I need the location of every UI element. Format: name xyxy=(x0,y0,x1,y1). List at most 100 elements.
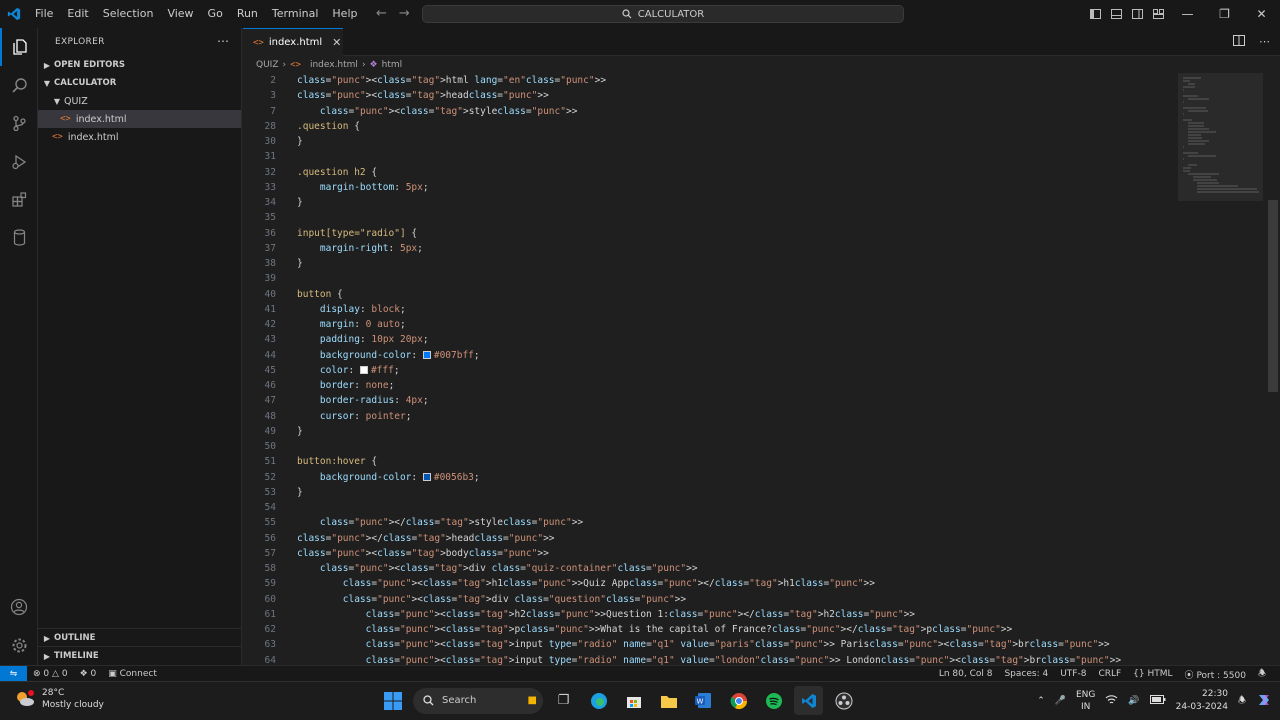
code-line[interactable]: 40 button { xyxy=(243,287,343,302)
database-icon[interactable] xyxy=(0,218,38,256)
windows-start-icon[interactable] xyxy=(378,686,407,715)
battery-icon[interactable] xyxy=(1149,695,1166,707)
obs-recorder-icon[interactable] xyxy=(829,686,858,715)
source-control-icon[interactable] xyxy=(0,104,38,142)
vscode-taskbar-icon[interactable] xyxy=(794,686,823,715)
notifications-bell-icon[interactable]: 🕭 xyxy=(1252,666,1272,682)
chrome-icon[interactable] xyxy=(724,686,753,715)
code-line[interactable]: 63 class="punc"><class="tag">input type=… xyxy=(243,637,1110,652)
language-mode[interactable]: {} HTML xyxy=(1127,669,1178,679)
notification-bell-icon[interactable]: 🕭 xyxy=(1238,693,1246,709)
code-editor[interactable]: 2 class="punc"><class="tag">html lang="en… xyxy=(243,73,1173,665)
code-line[interactable]: 39 xyxy=(243,271,276,286)
wifi-icon[interactable] xyxy=(1105,694,1118,708)
volume-icon[interactable]: 🔊 xyxy=(1128,696,1139,706)
code-line[interactable]: 32 .question h2 { xyxy=(243,165,378,180)
back-arrow-icon[interactable]: ← xyxy=(376,6,387,21)
code-line[interactable]: 2 class="punc"><class="tag">html lang="en… xyxy=(243,73,606,88)
code-line[interactable]: 58 class="punc"><class="tag">div class="… xyxy=(243,561,698,576)
code-line[interactable]: 41 display: block; xyxy=(243,302,406,317)
close-tab-icon[interactable]: ✕ xyxy=(332,36,341,49)
code-line[interactable]: 53} xyxy=(243,485,303,500)
code-line[interactable]: 44 background-color: #007bff; xyxy=(243,348,480,363)
code-line[interactable]: 28 .question { xyxy=(243,119,360,134)
code-line[interactable]: 46 border: none; xyxy=(243,378,395,393)
more-actions-icon[interactable]: ⋯ xyxy=(217,34,229,48)
word-icon[interactable]: W xyxy=(689,686,718,715)
settings-gear-icon[interactable] xyxy=(0,626,38,664)
code-line[interactable]: 59 class="punc"><class="tag">h1class="pu… xyxy=(243,576,875,591)
close-window-button[interactable]: ✕ xyxy=(1243,0,1280,28)
system-clock[interactable]: 22:30 24-03-2024 xyxy=(1176,688,1228,714)
timeline-section[interactable]: ▶ TIMELINE xyxy=(38,647,242,665)
code-line[interactable]: 49} xyxy=(243,424,303,439)
microsoft-store-icon[interactable] xyxy=(619,686,648,715)
copilot-icon[interactable] xyxy=(1256,692,1272,711)
code-line[interactable]: 51 button:hover { xyxy=(243,454,378,469)
code-line[interactable]: 7 class="punc"><class="tag">styleclass="… xyxy=(243,104,577,119)
weather-widget[interactable]: 28°C Mostly cloudy xyxy=(14,687,104,711)
toggle-panel-icon[interactable] xyxy=(1106,0,1127,28)
code-line[interactable]: 31 xyxy=(243,149,276,164)
outline-section[interactable]: ▶ OUTLINE xyxy=(38,629,242,647)
minimize-button[interactable]: — xyxy=(1169,0,1206,28)
live-server-port[interactable]: ⦿ Port : 5500 xyxy=(1179,668,1252,681)
end-of-line[interactable]: CRLF xyxy=(1092,669,1127,679)
open-editors-section[interactable]: ▶ OPEN EDITORS xyxy=(38,56,241,74)
code-line[interactable]: 52 background-color: #0056b3; xyxy=(243,470,480,485)
edge-browser-icon[interactable] xyxy=(584,686,613,715)
menu-go[interactable]: Go xyxy=(201,0,230,28)
cursor-position[interactable]: Ln 80, Col 8 xyxy=(933,669,999,679)
code-line[interactable]: 37 margin-right: 5px; xyxy=(243,241,423,256)
code-line[interactable]: 42 margin: 0 auto; xyxy=(243,317,406,332)
menu-selection[interactable]: Selection xyxy=(96,0,161,28)
menu-edit[interactable]: Edit xyxy=(60,0,95,28)
code-line[interactable]: 64 class="punc"><class="tag">input type=… xyxy=(243,653,1122,666)
command-center-search[interactable]: CALCULATOR xyxy=(422,5,904,23)
folder-calculator[interactable]: ▼ CALCULATOR xyxy=(38,74,241,92)
run-debug-icon[interactable] xyxy=(0,142,38,180)
minimap[interactable] xyxy=(1173,73,1268,665)
menu-terminal[interactable]: Terminal xyxy=(265,0,326,28)
chevron-up-icon[interactable]: ⌃ xyxy=(1037,696,1045,706)
menu-run[interactable]: Run xyxy=(230,0,265,28)
indentation[interactable]: Spaces: 4 xyxy=(998,669,1054,679)
menu-help[interactable]: Help xyxy=(325,0,364,28)
microphone-icon[interactable]: 🎤 xyxy=(1055,696,1066,706)
code-line[interactable]: 61 class="punc"><class="tag">h2class="pu… xyxy=(243,607,915,622)
remote-indicator-icon[interactable]: ⇋ xyxy=(0,665,27,682)
code-line[interactable]: 60 class="punc"><class="tag">div class="… xyxy=(243,592,687,607)
tab-index-html[interactable]: <> index.html ✕ xyxy=(243,28,343,56)
code-line[interactable]: 43 padding: 10px 20px; xyxy=(243,332,429,347)
editor-scrollbar[interactable] xyxy=(1268,200,1278,392)
forward-arrow-icon[interactable]: → xyxy=(399,6,410,21)
code-line[interactable]: 57 class="punc"><class="tag">bodyclass="p… xyxy=(243,546,549,561)
code-line[interactable]: 55 class="punc"></class="tag">styleclass… xyxy=(243,515,584,530)
file-root-index-html[interactable]: <> index.html xyxy=(38,128,241,146)
code-line[interactable]: 3 class="punc"><class="tag">headclass="pu… xyxy=(243,88,549,103)
code-line[interactable]: 30} xyxy=(243,134,303,149)
task-view-icon[interactable]: ❐ xyxy=(549,686,578,715)
code-line[interactable]: 54 xyxy=(243,500,276,515)
file-quiz-index-html[interactable]: <> index.html xyxy=(38,110,241,128)
folder-quiz[interactable]: ▼ QUIZ xyxy=(38,92,241,110)
code-line[interactable]: 50 xyxy=(243,439,276,454)
code-line[interactable]: 35 xyxy=(243,210,276,225)
extensions-icon[interactable] xyxy=(0,180,38,218)
split-editor-icon[interactable] xyxy=(1233,35,1245,49)
code-line[interactable]: 34} xyxy=(243,195,303,210)
explorer-icon[interactable] xyxy=(0,28,38,66)
ports-indicator[interactable]: ❖ 0 xyxy=(74,669,103,679)
toggle-primary-sidebar-icon[interactable] xyxy=(1085,0,1106,28)
code-line[interactable]: 36 input[type="radio"] { xyxy=(243,226,418,241)
code-line[interactable]: 47 border-radius: 4px; xyxy=(243,393,429,408)
file-explorer-icon[interactable] xyxy=(654,686,683,715)
encoding[interactable]: UTF-8 xyxy=(1054,669,1092,679)
code-line[interactable]: 38} xyxy=(243,256,303,271)
account-icon[interactable] xyxy=(0,588,38,626)
problems-indicator[interactable]: ⊗ 0 △ 0 xyxy=(27,669,74,679)
breadcrumb-file[interactable]: index.html xyxy=(310,60,358,70)
maximize-button[interactable]: ❐ xyxy=(1206,0,1243,28)
language-indicator[interactable]: ENG IN xyxy=(1076,689,1095,713)
menu-file[interactable]: File xyxy=(28,0,60,28)
